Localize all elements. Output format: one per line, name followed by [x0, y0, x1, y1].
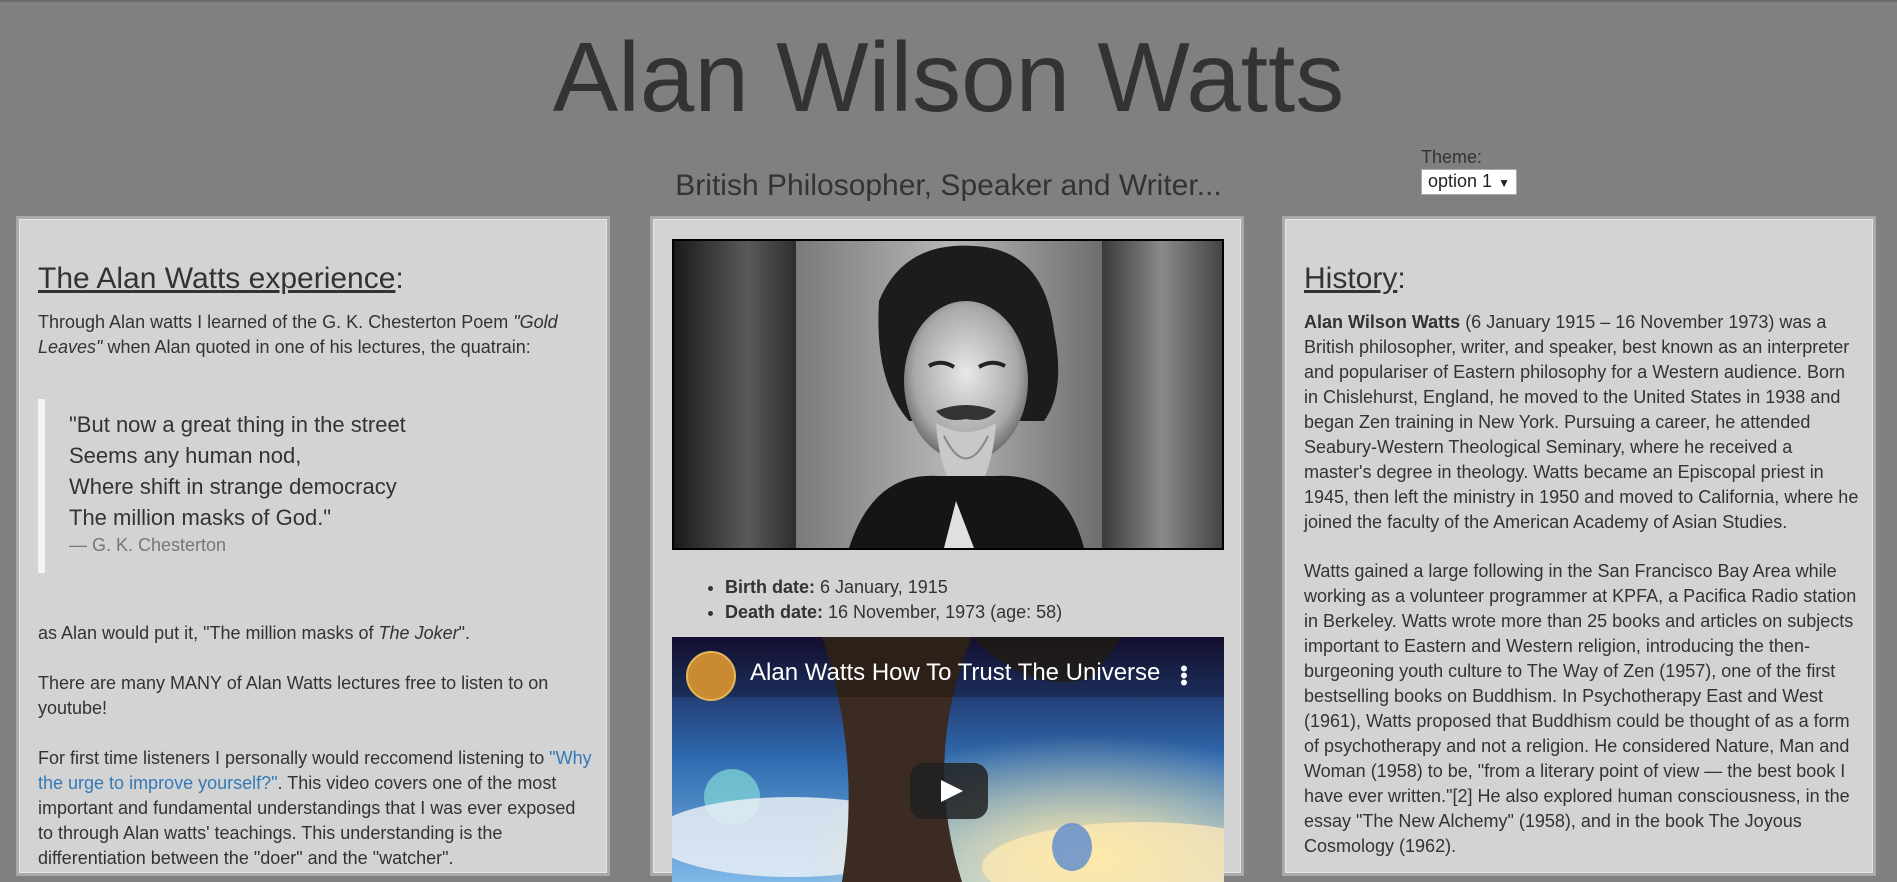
- caret-down-icon: ▼: [1498, 176, 1510, 190]
- play-icon: [941, 780, 963, 802]
- experience-panel: The Alan Watts experience: Through Alan …: [16, 216, 610, 876]
- youtube-video-embed[interactable]: Alan Watts How To Trust The Universe • • •: [672, 637, 1224, 882]
- history-heading: History:: [1304, 262, 1406, 295]
- history-paragraph-1: Alan Wilson Watts (6 January 1915 – 16 N…: [1304, 312, 1859, 532]
- joker-text: as Alan would put it, "The million masks…: [38, 623, 470, 643]
- list-item: Birth date: 6 January, 1915: [725, 575, 1062, 600]
- quote-line: Where shift in strange democracy: [69, 474, 397, 499]
- top-border: [0, 0, 1897, 2]
- quote-line: "But now a great thing in the street: [69, 412, 406, 437]
- theme-select-value: option 1: [1428, 171, 1493, 191]
- chesterton-quote: "But now a great thing in the street See…: [38, 399, 588, 573]
- video-title[interactable]: Alan Watts How To Trust The Universe: [750, 659, 1160, 687]
- theme-label: Theme:: [1421, 147, 1483, 167]
- play-button[interactable]: [910, 763, 988, 819]
- page-subtitle: British Philosopher, Speaker and Writer.…: [675, 169, 1222, 202]
- theme-select[interactable]: option 1 ▼: [1421, 169, 1517, 195]
- avatar[interactable]: [686, 651, 736, 701]
- kebab-menu-icon[interactable]: • • •: [1180, 658, 1188, 694]
- youtube-text: There are many MANY of Alan Watts lectur…: [38, 673, 549, 718]
- quote-line: Seems any human nod,: [69, 443, 302, 468]
- list-item: Death date: 16 November, 1973 (age: 58): [725, 600, 1062, 625]
- theme-picker: Theme: option 1 ▼: [1421, 147, 1517, 195]
- quote-citation: — G. K. Chesterton: [69, 535, 227, 555]
- life-dates-list: Birth date: 6 January, 1915 Death date: …: [705, 575, 1062, 625]
- history-paragraph-2: Watts gained a large following in the Sa…: [1304, 561, 1857, 856]
- experience-intro: Through Alan watts I learned of the G. K…: [38, 312, 558, 357]
- page-title: Alan Wilson Watts: [552, 22, 1345, 132]
- portrait-image: [674, 241, 1222, 548]
- quote-line: The million masks of God.": [69, 505, 332, 530]
- history-panel: History: Alan Wilson Watts (6 January 19…: [1282, 216, 1876, 876]
- profile-panel: Birth date: 6 January, 1915 Death date: …: [650, 216, 1244, 882]
- portrait-photo: [672, 239, 1224, 550]
- experience-heading: The Alan Watts experience:: [38, 262, 404, 295]
- recommend-text: For first time listeners I personally wo…: [38, 748, 592, 868]
